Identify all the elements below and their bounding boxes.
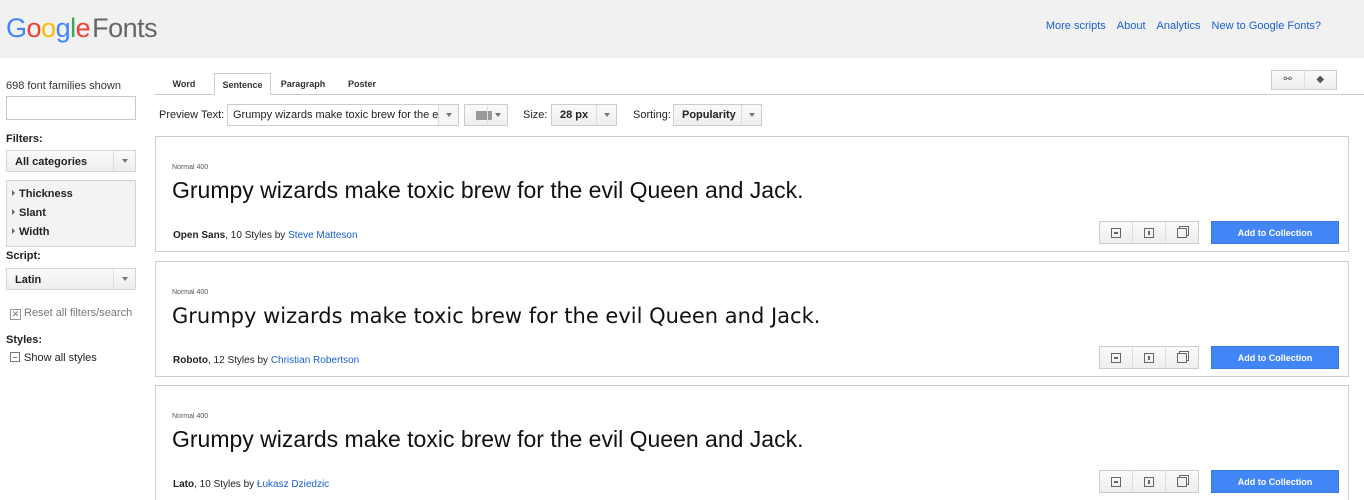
analytics-link[interactable]: Analytics xyxy=(1157,20,1201,32)
pop-out-icon xyxy=(1144,227,1154,238)
pop-out-button[interactable] xyxy=(1132,347,1165,368)
designer-link[interactable]: Steve Matteson xyxy=(288,230,357,241)
font-meta: Lato, 10 Styles by Łukasz Dziedzic xyxy=(173,479,330,490)
compare-icon xyxy=(1177,476,1187,487)
preview-text-input[interactable]: Grumpy wizards make toxic brew for the e… xyxy=(227,104,459,126)
compare-button[interactable] xyxy=(1165,471,1198,492)
chevron-down-icon xyxy=(741,105,761,125)
chevron-down-icon xyxy=(596,105,616,125)
header: GoogleFonts More scripts About Analytics… xyxy=(0,0,1364,58)
font-family-name: Open Sans xyxy=(173,230,226,241)
quick-use-icon xyxy=(1111,352,1121,363)
chevron-down-icon[interactable] xyxy=(438,105,458,125)
add-to-collection-button[interactable]: Add to Collection xyxy=(1211,221,1339,244)
triangle-right-icon xyxy=(12,209,15,215)
font-sample: Grumpy wizards make toxic brew for the e… xyxy=(172,177,804,203)
compare-icon xyxy=(1177,352,1187,363)
font-meta: Open Sans, 10 Styles by Steve Matteson xyxy=(173,230,358,241)
sorting-dropdown[interactable]: Popularity xyxy=(673,104,762,126)
size-dropdown[interactable]: 28 px xyxy=(551,104,617,126)
font-actions xyxy=(1099,346,1199,369)
size-label: Size: xyxy=(523,109,548,121)
font-actions xyxy=(1099,470,1199,493)
show-all-styles-toggle[interactable]: Show all styles xyxy=(10,352,97,364)
pop-out-button[interactable] xyxy=(1132,222,1165,243)
tab-word[interactable]: Word xyxy=(164,73,204,95)
font-meta: Roboto, 12 Styles by Christian Robertson xyxy=(173,355,360,366)
chevron-down-icon xyxy=(113,269,135,289)
font-actions xyxy=(1099,221,1199,244)
close-icon: ✕ xyxy=(10,309,21,320)
filter-options: Thickness Slant Width xyxy=(6,180,136,247)
script-dropdown[interactable]: Latin xyxy=(6,268,136,290)
font-family-name: Roboto xyxy=(173,355,208,366)
compare-icon xyxy=(1177,227,1187,238)
styles-label: Styles: xyxy=(6,334,43,346)
link-icon[interactable]: ⚯ xyxy=(1272,71,1304,89)
filter-width[interactable]: Width xyxy=(7,224,135,243)
quick-use-button[interactable] xyxy=(1100,347,1132,368)
designer-link[interactable]: Christian Robertson xyxy=(271,355,359,366)
font-style-label: Normal 400 xyxy=(172,413,209,420)
preview-text-label: Preview Text: xyxy=(159,109,225,121)
pop-out-button[interactable] xyxy=(1132,471,1165,492)
compare-button[interactable] xyxy=(1165,347,1198,368)
about-link[interactable]: About xyxy=(1117,20,1146,32)
font-sample: Grumpy wizards make toxic brew for the e… xyxy=(172,304,821,328)
font-style-label: Normal 400 xyxy=(172,289,209,296)
tab-poster[interactable]: Poster xyxy=(340,73,384,95)
google-fonts-logo[interactable]: GoogleFonts xyxy=(6,13,158,44)
tab-paragraph[interactable]: Paragraph xyxy=(275,73,331,95)
font-style-label: Normal 400 xyxy=(172,164,209,171)
chevron-down-icon xyxy=(487,105,507,125)
font-family-name: Lato xyxy=(173,479,195,490)
more-scripts-link[interactable]: More scripts xyxy=(1046,20,1106,32)
tab-sentence[interactable]: Sentence xyxy=(214,73,271,95)
view-toggle-group: ⚯ ◆ xyxy=(1271,70,1337,90)
pop-out-icon xyxy=(1144,352,1154,363)
category-dropdown[interactable]: All categories xyxy=(6,150,136,172)
add-to-collection-button[interactable]: Add to Collection xyxy=(1211,346,1339,369)
font-card-roboto: Normal 400 Grumpy wizards make toxic bre… xyxy=(155,261,1349,377)
keyboard-button[interactable] xyxy=(464,104,508,126)
tabs-divider xyxy=(155,94,1364,95)
chevron-down-icon xyxy=(113,151,135,171)
collapse-icon[interactable]: ◆ xyxy=(1303,71,1337,89)
new-to-google-fonts-link[interactable]: New to Google Fonts? xyxy=(1212,20,1321,32)
sorting-label: Sorting: xyxy=(633,109,671,121)
filter-thickness[interactable]: Thickness xyxy=(7,186,135,205)
top-nav: More scripts About Analytics New to Goog… xyxy=(1046,20,1321,32)
font-card-open-sans: Normal 400 Grumpy wizards make toxic bre… xyxy=(155,136,1349,252)
quick-use-icon xyxy=(1111,476,1121,487)
compare-button[interactable] xyxy=(1165,222,1198,243)
quick-use-icon xyxy=(1111,227,1121,238)
quick-use-button[interactable] xyxy=(1100,222,1132,243)
expand-icon xyxy=(10,352,20,362)
font-count: 698 font families shown xyxy=(6,80,121,92)
pop-out-icon xyxy=(1144,476,1154,487)
triangle-right-icon xyxy=(12,228,15,234)
add-to-collection-button[interactable]: Add to Collection xyxy=(1211,470,1339,493)
filters-label: Filters: xyxy=(6,133,43,145)
designer-link[interactable]: Łukasz Dziedzic xyxy=(257,479,329,490)
filter-slant[interactable]: Slant xyxy=(7,205,135,224)
font-card-lato: Normal 400 Grumpy wizards make toxic bre… xyxy=(155,385,1349,500)
font-sample: Grumpy wizards make toxic brew for the e… xyxy=(172,426,804,452)
reset-filters-button[interactable]: ✕ Reset all filters/search xyxy=(10,307,132,320)
triangle-right-icon xyxy=(12,190,15,196)
search-input[interactable] xyxy=(6,96,136,120)
quick-use-button[interactable] xyxy=(1100,471,1132,492)
script-label: Script: xyxy=(6,250,41,262)
